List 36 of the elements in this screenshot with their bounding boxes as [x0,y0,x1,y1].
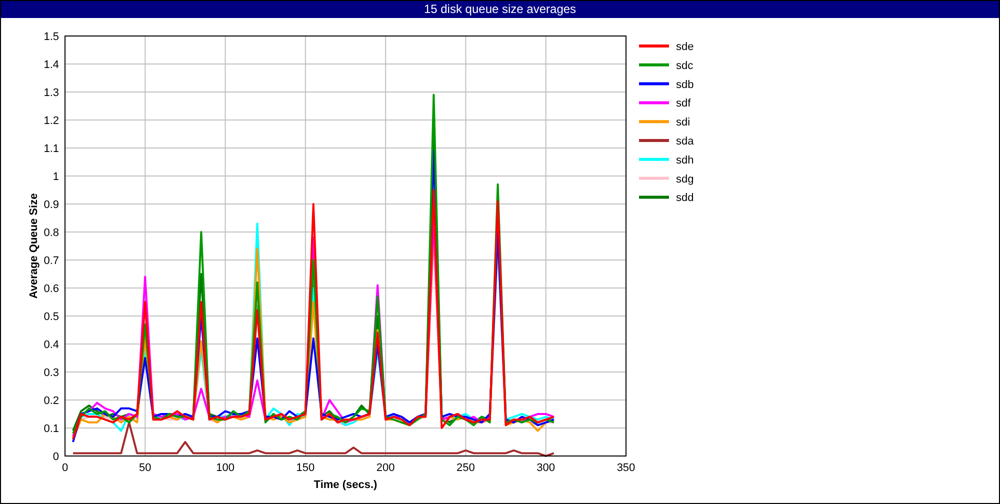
y-tick-label: 0.3 [44,367,59,379]
x-tick-label: 150 [296,462,315,474]
legend-label: sde [676,41,694,53]
legend-label: sdb [676,78,694,91]
y-tick-label: 1.4 [44,59,59,71]
legend-label: sdi [676,116,690,129]
y-tick-label: 0.6 [44,283,59,295]
legend-label: sdh [676,154,694,166]
y-tick-label: 0.8 [44,227,59,239]
legend-label: sdd [676,192,694,204]
y-tick-label: 0.4 [44,339,59,351]
y-tick-label: 0.5 [44,311,59,323]
x-tick-label: 0 [62,462,68,474]
y-tick-label: 1 [52,171,59,183]
x-tick-label: 250 [456,462,475,474]
x-axis-title: Time (secs.) [314,479,378,491]
y-tick-label: 0 [52,451,59,463]
y-axis-title: Average Queue Size [28,193,40,299]
y-tick-label: 1.5 [44,31,59,43]
x-tick-label: 200 [376,462,395,474]
y-tick-label: 0.1 [44,423,59,435]
legend-label: sdg [676,173,694,186]
y-tick-label: 0.7 [44,255,59,267]
x-tick-label: 50 [139,462,152,474]
legend-label: sdf [676,98,691,110]
y-tick-label: 1.1 [44,143,59,155]
y-tick-label: 1.3 [44,87,59,99]
chart-title: 15 disk queue size averages [1,1,999,18]
x-tick-label: 300 [536,462,556,474]
legend-label: sdc [676,60,694,72]
legend-label: sda [676,136,694,148]
y-tick-label: 0.9 [44,199,59,211]
x-tick-label: 100 [216,462,234,474]
y-tick-label: 1.2 [44,115,59,127]
y-tick-label: 0.2 [44,395,59,407]
x-tick-label: 350 [616,462,636,474]
